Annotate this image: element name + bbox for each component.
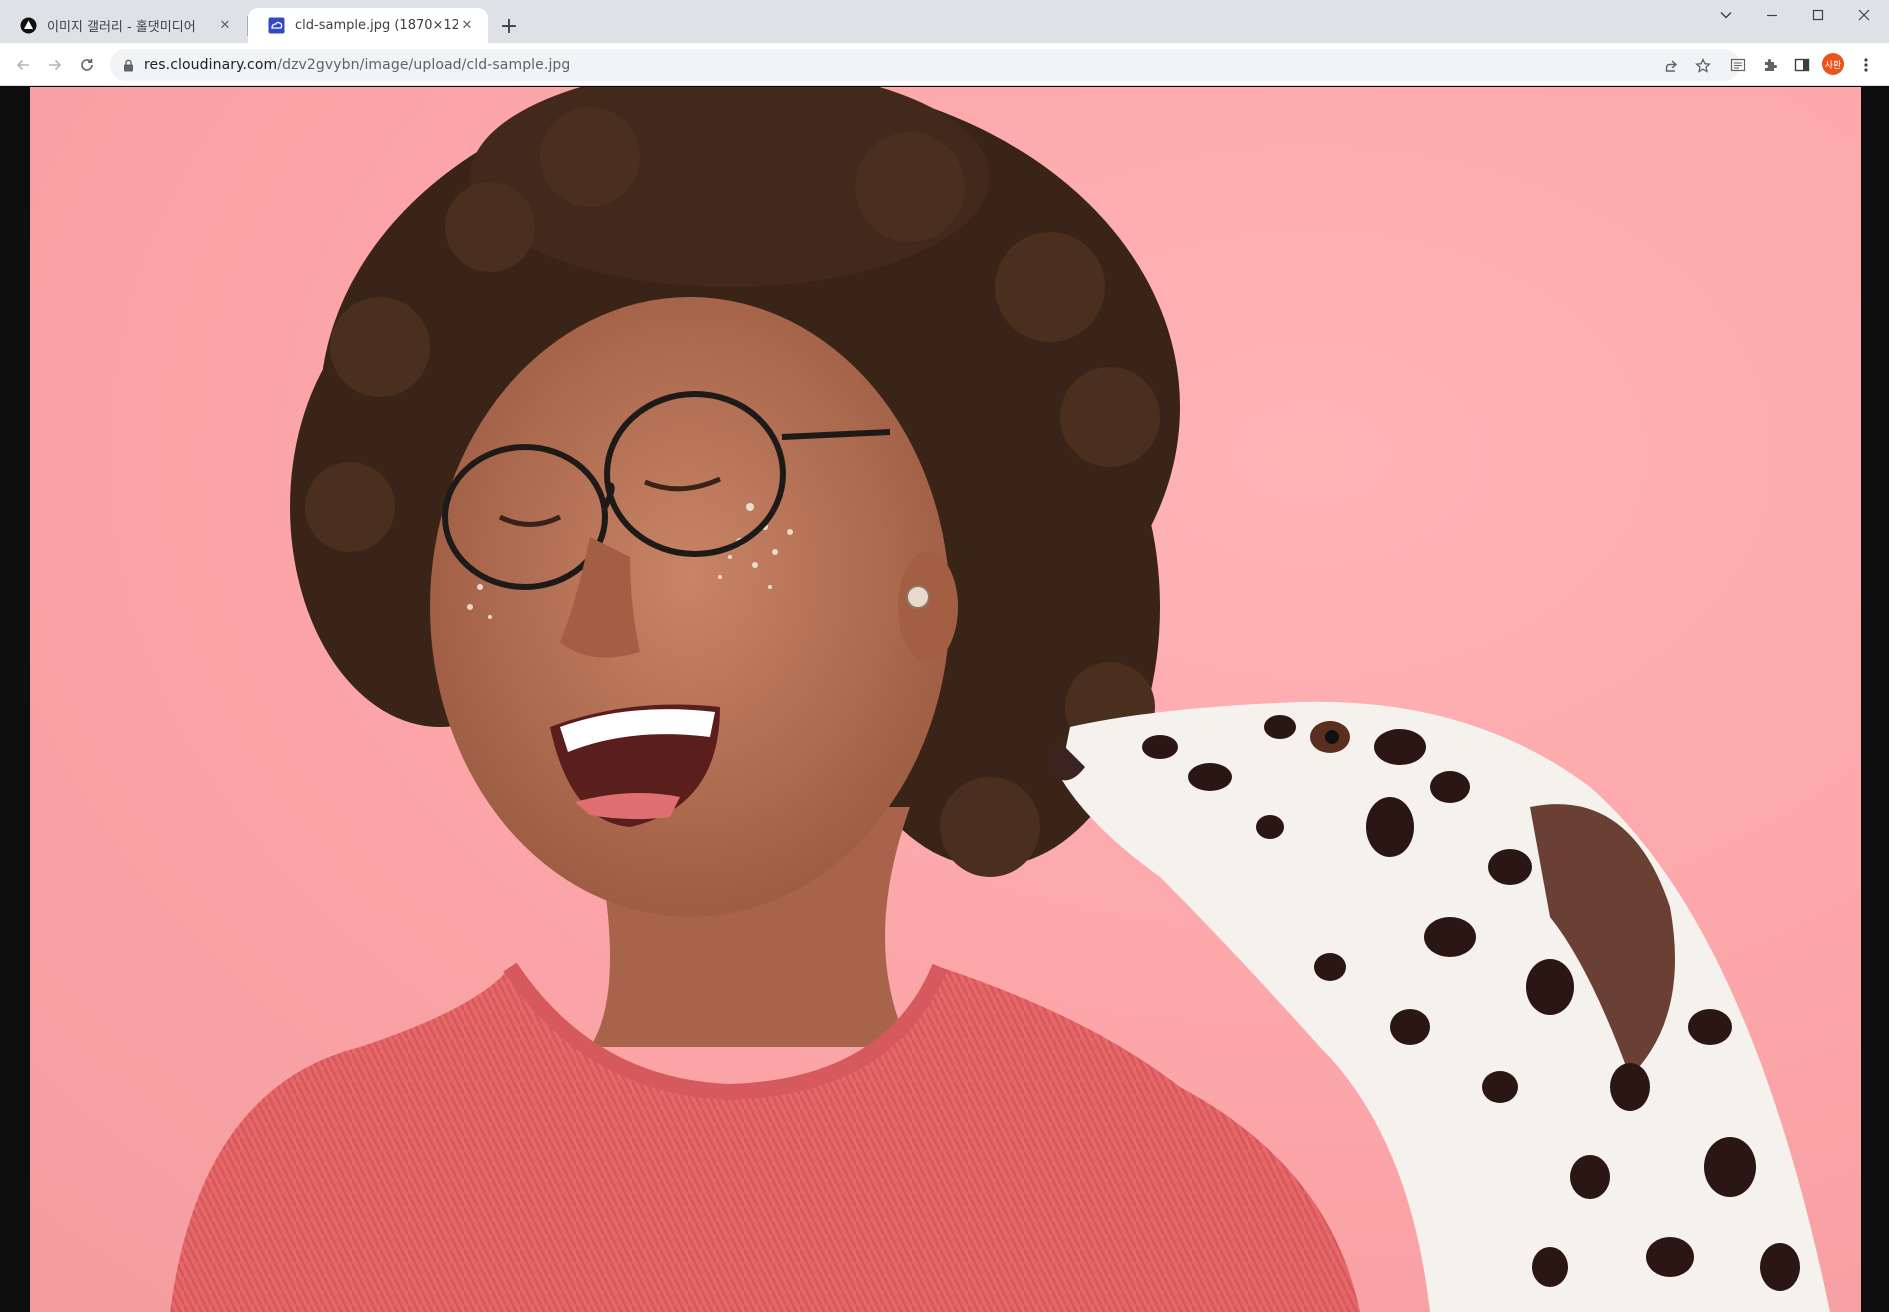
browser-toolbar: res.cloudinary.com/dzv2gvybn/image/uploa… [0, 43, 1889, 86]
tab-search-button[interactable] [1703, 0, 1749, 30]
face [430, 297, 950, 917]
maximize-icon [1812, 9, 1824, 21]
url-path: /dzv2gvybn/image/upload/cld-sample.jpg [277, 57, 571, 73]
new-tab-button[interactable]: + [495, 12, 523, 40]
page-viewport [0, 87, 1889, 1312]
cloudinary-icon [268, 17, 285, 34]
url-host: res.cloudinary.com [144, 57, 278, 73]
tab-strip: 이미지 갤러리 - 홀댓미디어 ✕ cld-sample.jpg (1870×1… [0, 0, 1889, 43]
forward-arrow-icon [49, 59, 62, 71]
triangle-logo-icon [20, 17, 37, 34]
address-bar[interactable]: res.cloudinary.com/dzv2gvybn/image/uploa… [110, 49, 1740, 81]
woman-and-dalmatian-photo [170, 87, 1830, 1312]
reading-mode-icon[interactable] [1728, 55, 1748, 75]
url-text[interactable]: res.cloudinary.com/dzv2gvybn/image/uploa… [144, 57, 570, 73]
bookmark-star-icon[interactable] [1694, 57, 1712, 75]
extensions-puzzle-icon[interactable] [1760, 55, 1780, 75]
forward-button[interactable] [40, 50, 70, 80]
share-icon[interactable] [1662, 57, 1680, 75]
close-tab-icon[interactable]: ✕ [458, 17, 476, 35]
tab-title: 이미지 갤러리 - 홀댓미디어 [47, 20, 196, 35]
minimize-icon [1767, 14, 1777, 17]
dog-pupil [1325, 730, 1339, 744]
side-panel-icon[interactable] [1792, 55, 1812, 75]
tab-cld-sample[interactable]: cld-sample.jpg (1870×1250) ✕ [248, 8, 488, 43]
lock-icon[interactable] [120, 57, 136, 73]
ear [898, 552, 958, 662]
close-tab-icon[interactable]: ✕ [216, 17, 234, 35]
reload-button[interactable] [72, 50, 102, 80]
tab-image-gallery[interactable]: 이미지 갤러리 - 홀댓미디어 ✕ [0, 8, 246, 43]
chevron-down-icon [1720, 12, 1732, 19]
displayed-image[interactable] [30, 87, 1861, 1312]
back-arrow-icon [16, 59, 29, 71]
profile-avatar[interactable]: 사환 [1822, 53, 1844, 75]
more-menu-icon[interactable] [1856, 55, 1876, 75]
maximize-button[interactable] [1795, 0, 1841, 30]
reload-icon [81, 58, 93, 71]
close-window-button[interactable] [1841, 0, 1887, 30]
earring [906, 585, 930, 609]
close-icon [1858, 9, 1870, 21]
tab-title: cld-sample.jpg (1870×1250) [295, 18, 458, 33]
back-button[interactable] [8, 50, 38, 80]
minimize-button[interactable] [1749, 0, 1795, 30]
